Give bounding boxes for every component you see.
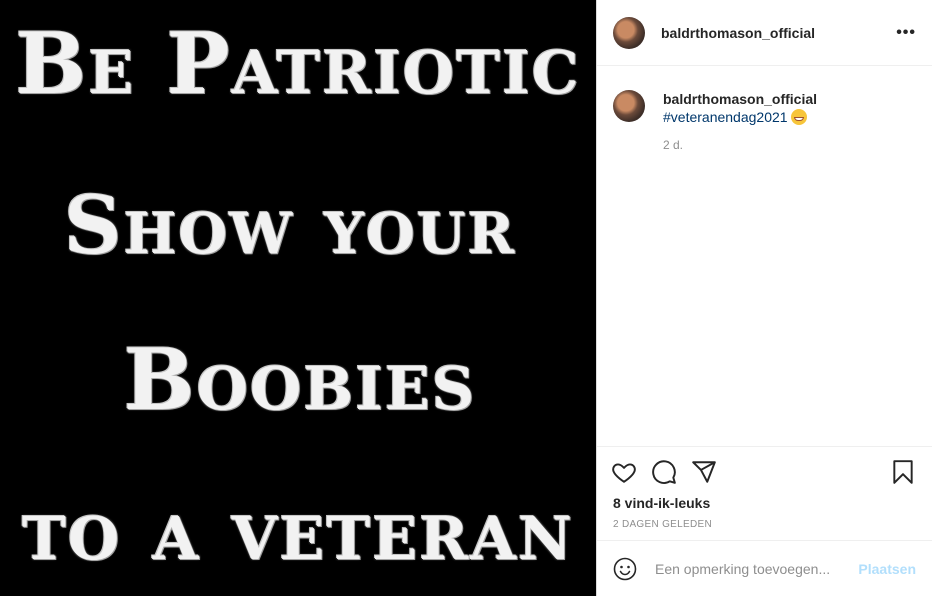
- post-comment-button[interactable]: Plaatsen: [858, 561, 916, 577]
- post-date[interactable]: 2 DAGEN GELEDEN: [597, 511, 932, 530]
- caption: baldrthomason_official #veteranendag2021: [597, 66, 932, 126]
- actions-section: 8 vind-ik-leuks 2 DAGEN GELEDEN: [597, 446, 932, 530]
- grinning-emoji-icon: [790, 109, 807, 125]
- caption-text: baldrthomason_official #veteranendag2021: [663, 90, 817, 126]
- share-icon[interactable]: [691, 459, 717, 485]
- caption-hashtag[interactable]: #veteranendag2021: [663, 109, 788, 125]
- avatar[interactable]: [613, 16, 645, 49]
- header-username[interactable]: baldrthomason_official: [661, 25, 896, 41]
- emoji-picker-icon[interactable]: [613, 557, 637, 581]
- image-text-line-4: to a veteran: [22, 480, 574, 579]
- comment-input[interactable]: [653, 559, 859, 578]
- image-text-line-2: Show your: [63, 178, 517, 272]
- caption-username[interactable]: baldrthomason_official: [663, 90, 817, 108]
- heart-icon[interactable]: [611, 459, 637, 485]
- post-image[interactable]: Be Patriotic Show your Boobies to a vete…: [0, 0, 596, 596]
- bookmark-icon[interactable]: [890, 459, 916, 485]
- image-text-line-3: Boobies: [123, 330, 477, 429]
- comment-bar: Plaatsen: [597, 540, 932, 596]
- caption-time[interactable]: 2 d.: [663, 138, 932, 152]
- caption-avatar[interactable]: [613, 90, 645, 122]
- image-text-line-1: Be Patriotic: [15, 14, 581, 113]
- post-side-panel: baldrthomason_official ••• baldrthomason…: [596, 0, 932, 596]
- post-header: baldrthomason_official •••: [597, 0, 932, 66]
- comment-icon[interactable]: [651, 459, 677, 485]
- action-bar: [597, 447, 932, 487]
- more-options-icon[interactable]: •••: [896, 24, 916, 42]
- likes-count[interactable]: 8 vind-ik-leuks: [597, 487, 932, 511]
